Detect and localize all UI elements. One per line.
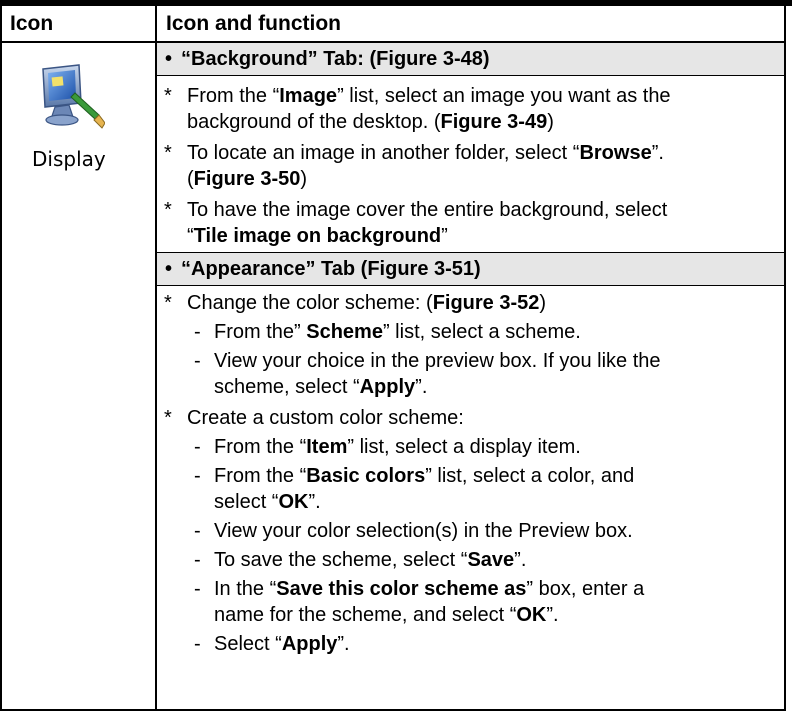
header-function-column: Icon and function: [166, 12, 341, 35]
bold-term: Basic colors: [306, 465, 426, 487]
text: ”.: [415, 376, 428, 398]
text: ”: [441, 225, 448, 247]
text: select “: [214, 491, 279, 513]
dash: -: [194, 350, 201, 372]
text: ): [539, 292, 547, 314]
text: From the “: [214, 436, 307, 458]
bold-term: Image: [279, 85, 338, 107]
display-monitor-icon: [42, 64, 105, 129]
figure-reference: Figure 3-49: [440, 111, 548, 133]
asterisk: *: [164, 142, 172, 164]
asterisk: *: [164, 199, 172, 221]
asterisk: *: [164, 292, 172, 314]
text: View your color selection(s) in the Prev…: [214, 520, 633, 542]
appearance-tab-section-header: • “Appearance” Tab (Figure 3-51): [157, 253, 784, 286]
text: ”.: [546, 604, 559, 626]
background-tab-section-header: • “Background” Tab: (Figure 3-48): [157, 43, 784, 76]
dash: -: [194, 520, 201, 542]
text: To save the scheme, select “: [214, 549, 468, 571]
bold-term: Apply: [281, 633, 338, 655]
table-header-row: Icon Icon and function: [2, 6, 784, 43]
icon-function-table: Icon Icon and function Display • “Backgr…: [0, 6, 786, 711]
bold-term: OK: [516, 604, 547, 626]
text: To have the image cover the entire backg…: [187, 199, 668, 221]
bold-term: Browse: [579, 142, 652, 164]
bold-term: Scheme: [306, 321, 383, 343]
text: To locate an image in another folder, se…: [187, 142, 580, 164]
figure-reference: Figure 3-52: [432, 292, 540, 314]
text: background of the desktop. (: [187, 111, 441, 133]
text: ): [300, 168, 308, 190]
text: Select “: [214, 633, 282, 655]
text: ”.: [308, 491, 321, 513]
text: ” list, select a scheme.: [382, 321, 581, 343]
bold-term: Item: [306, 436, 348, 458]
text: From the”: [214, 321, 307, 343]
dash: -: [194, 549, 201, 571]
dash: -: [194, 465, 201, 487]
text: From the “: [187, 85, 280, 107]
dash: -: [194, 633, 201, 655]
asterisk: *: [164, 85, 172, 107]
dash: -: [194, 578, 201, 600]
text: name for the scheme, and select “: [214, 604, 517, 626]
text: View your choice in the preview box. If …: [214, 350, 661, 372]
dash: -: [194, 436, 201, 458]
background-tab-title: “Background” Tab: (Figure 3-48): [181, 48, 490, 70]
appearance-tab-instructions: * Change the color scheme: (Figure 3-52)…: [157, 286, 784, 709]
text: ”.: [651, 142, 664, 164]
bullet: •: [165, 258, 173, 280]
text: Change the color scheme: (: [187, 292, 433, 314]
asterisk: *: [164, 407, 172, 429]
text: ”.: [514, 549, 527, 571]
figure-reference: Figure 3-50: [193, 168, 301, 190]
text: “: [187, 225, 194, 247]
text: ” list, select an image you want as the: [337, 85, 671, 107]
background-tab-instructions: * From the “Image” list, select an image…: [157, 76, 784, 253]
text: Create a custom color scheme:: [187, 407, 464, 429]
bullet: •: [165, 48, 173, 70]
text: scheme, select “: [214, 376, 360, 398]
bold-term: Save: [467, 549, 515, 571]
text: In the “: [214, 578, 277, 600]
text: ” list, select a color, and: [425, 465, 635, 487]
text: (: [187, 168, 194, 190]
appearance-tab-title: “Appearance” Tab (Figure 3-51): [181, 258, 481, 280]
text: ”.: [337, 633, 350, 655]
text: ): [547, 111, 554, 133]
text: ” box, enter a: [526, 578, 645, 600]
bold-term: Apply: [359, 376, 416, 398]
display-icon-label: Display: [32, 147, 106, 171]
bold-term: OK: [278, 491, 309, 513]
bold-term: Save this color scheme as: [276, 578, 527, 600]
text: From the “: [214, 465, 307, 487]
bold-term: Tile image on background: [193, 225, 442, 247]
text: ” list, select a display item.: [347, 436, 581, 458]
header-icon-column: Icon: [10, 12, 54, 35]
dash: -: [194, 321, 201, 343]
